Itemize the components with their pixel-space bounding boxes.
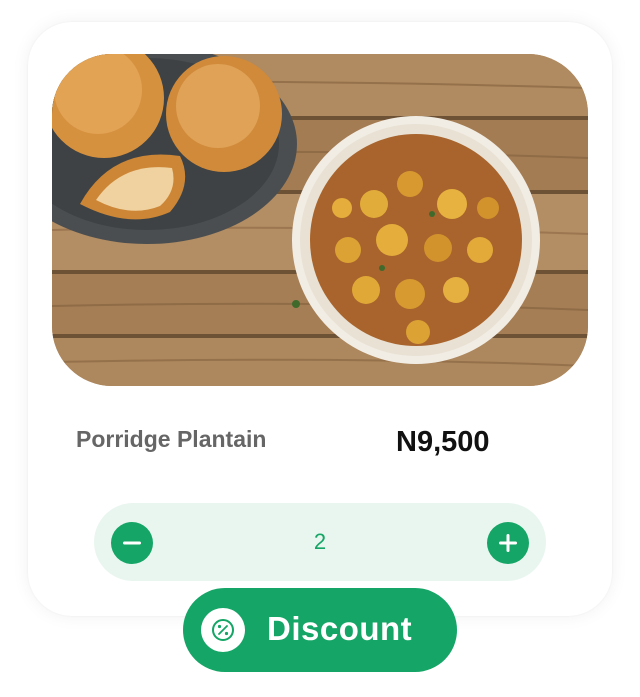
plus-icon [499,534,517,552]
quantity-value: 2 [313,529,327,554]
quantity-stepper: 2 [94,503,546,581]
increment-button[interactable] [487,522,529,564]
product-price: N9,500 [396,426,490,458]
product-image [52,54,588,386]
discount-button[interactable]: Discount [183,588,457,672]
product-name: Porridge Plantain [76,426,267,452]
discount-label: Discount [267,610,413,647]
percent-icon [201,608,245,652]
